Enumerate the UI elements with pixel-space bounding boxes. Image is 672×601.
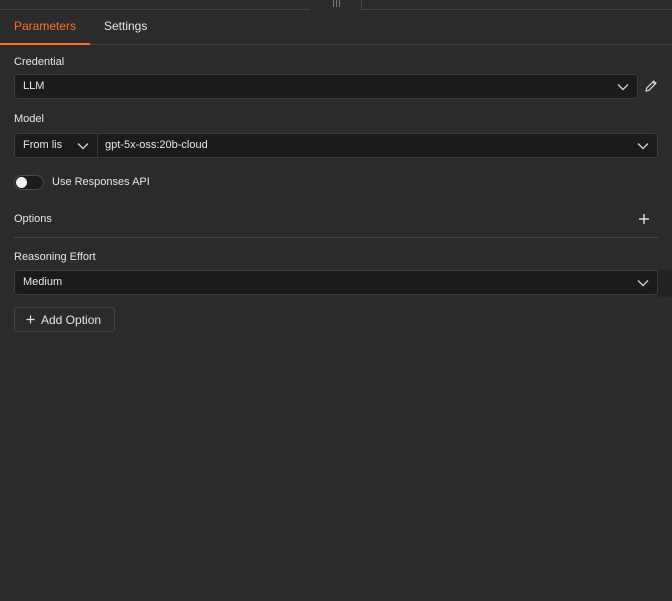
- credential-value: LLM: [23, 80, 45, 92]
- model-mode-value: From lis: [23, 139, 63, 151]
- chevron-down-icon: [617, 84, 629, 91]
- chevron-down-icon: [77, 143, 89, 150]
- tab-parameters[interactable]: Parameters: [0, 10, 90, 45]
- tab-bar: Parameters Settings: [0, 10, 672, 45]
- credential-label: Credential: [14, 56, 65, 68]
- edit-credential-icon[interactable]: [644, 79, 658, 93]
- model-value: gpt-5x-oss:20b-cloud: [105, 139, 208, 151]
- top-strip-left: [0, 0, 310, 10]
- plus-icon: [26, 315, 35, 324]
- credential-select[interactable]: LLM: [14, 74, 638, 99]
- chevron-down-icon: [637, 143, 649, 150]
- top-strip-right: [361, 0, 672, 10]
- reasoning-effort-select[interactable]: Medium: [14, 270, 658, 295]
- add-option-plus-icon[interactable]: [638, 213, 650, 225]
- chevron-down-icon: [637, 280, 649, 287]
- options-heading: Options: [14, 213, 52, 225]
- toggle-knob: [16, 177, 27, 188]
- tab-settings[interactable]: Settings: [104, 10, 147, 45]
- add-option-label: Add Option: [41, 313, 102, 327]
- panel-right-edge: [658, 270, 672, 297]
- options-divider: [14, 237, 658, 238]
- responses-api-toggle[interactable]: [14, 175, 44, 190]
- reasoning-effort-value: Medium: [23, 276, 63, 288]
- responses-api-label: Use Responses API: [52, 176, 150, 188]
- drag-handle-icon[interactable]: [331, 0, 341, 8]
- model-select[interactable]: gpt-5x-oss:20b-cloud: [97, 133, 658, 158]
- node-parameters-panel: Parameters Settings Credential LLM Model…: [0, 0, 672, 601]
- model-label: Model: [14, 113, 44, 125]
- model-mode-select[interactable]: From lis: [14, 133, 98, 158]
- panel-top-strip: [0, 0, 672, 10]
- reasoning-effort-label: Reasoning Effort: [14, 251, 96, 263]
- add-option-button[interactable]: Add Option: [14, 307, 115, 332]
